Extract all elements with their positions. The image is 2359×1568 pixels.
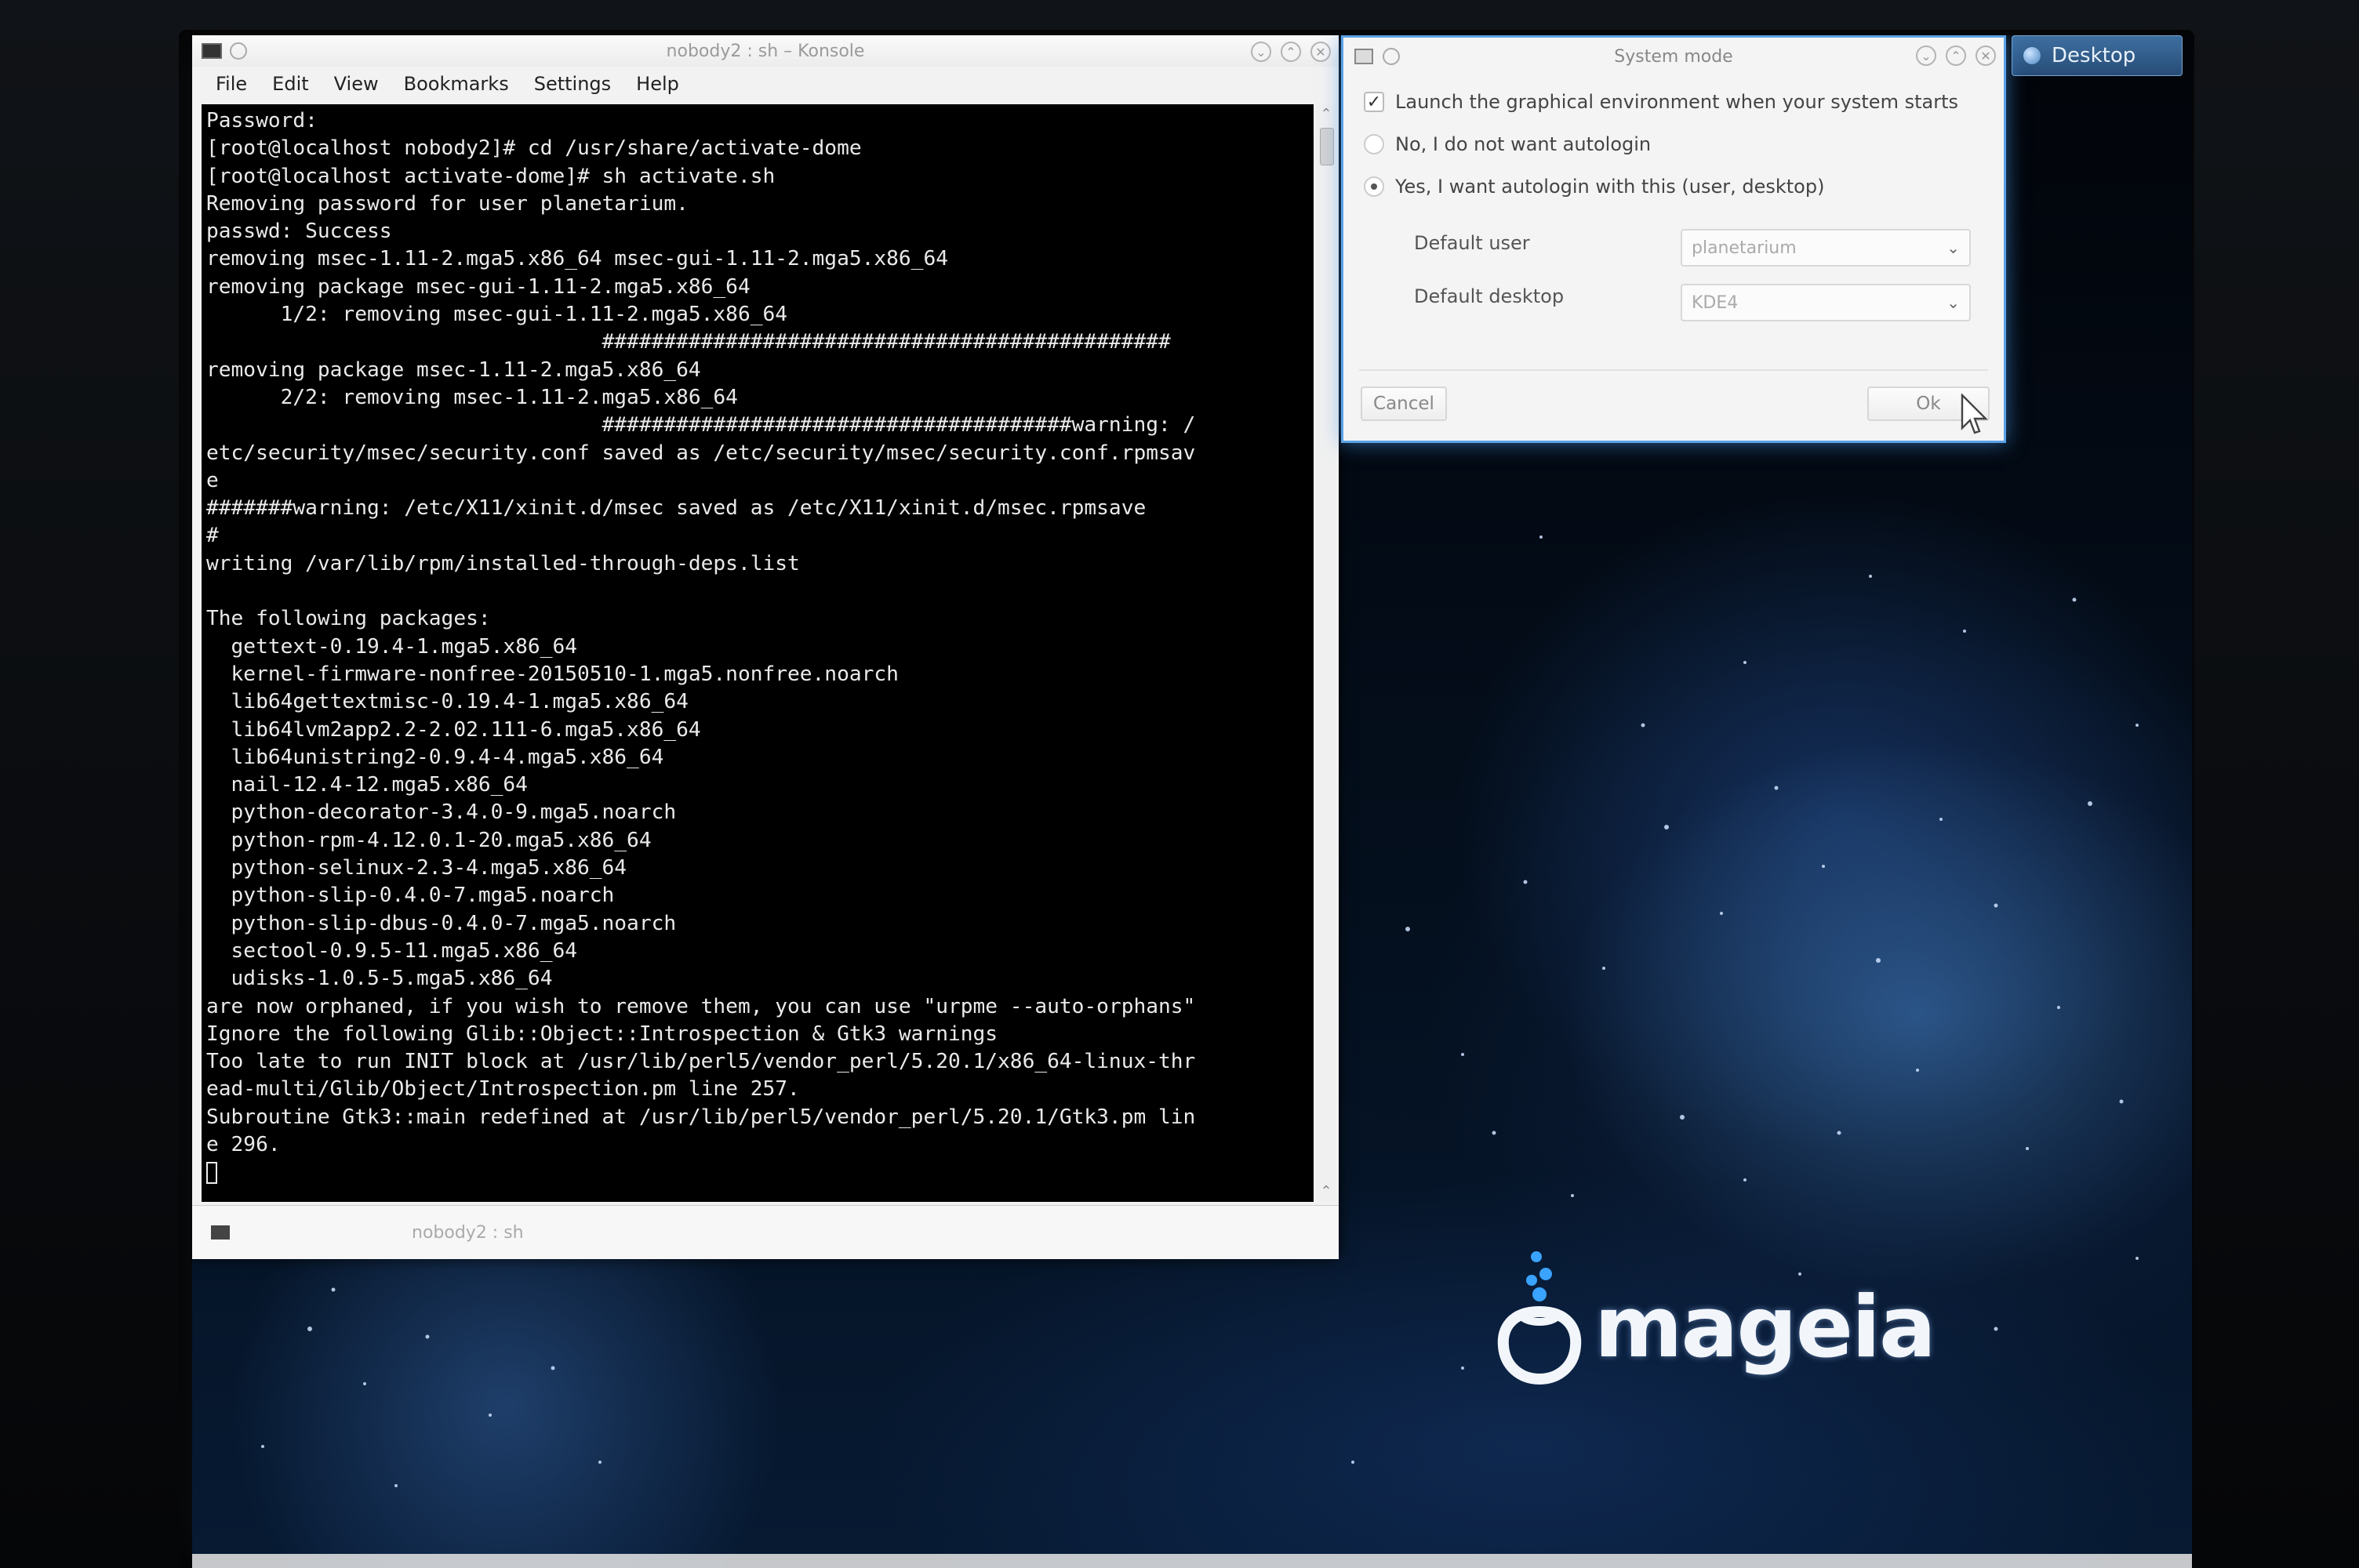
desktop-globe-icon	[2023, 47, 2041, 64]
pin-icon[interactable]	[230, 42, 247, 60]
konsole-menubar: File Edit View Bookmarks Settings Help	[192, 67, 1339, 101]
maximize-icon[interactable]: ⌃	[1281, 42, 1301, 62]
taskbar-edge	[192, 1554, 2192, 1568]
menu-view[interactable]: View	[322, 73, 391, 95]
launch-graphical-option[interactable]: ✓ Launch the graphical environment when …	[1364, 91, 1958, 113]
terminal-output[interactable]: Password: [root@localhost nobody2]# cd /…	[202, 104, 1314, 1202]
menu-bookmarks[interactable]: Bookmarks	[391, 73, 522, 95]
default-user-value: planetarium	[1692, 238, 1797, 258]
menu-help[interactable]: Help	[623, 73, 692, 95]
terminal-text: Password: [root@localhost nobody2]# cd /…	[206, 109, 1196, 1156]
no-autologin-radio[interactable]	[1364, 134, 1384, 154]
dialog-close-icon[interactable]: ✕	[1976, 45, 1996, 66]
default-user-select[interactable]: planetarium ⌄	[1681, 229, 1971, 267]
menu-edit[interactable]: Edit	[260, 73, 321, 95]
konsole-window[interactable]: nobody2 : sh – Konsole ⌄ ⌃ ✕ File Edit V…	[192, 35, 1339, 1259]
desktop-screen[interactable]: Desktop nobody2 : sh – Konsole ⌄ ⌃ ✕ Fil…	[192, 35, 2192, 1568]
mouse-cursor-icon	[1961, 394, 1988, 434]
konsole-tabbar: nobody2 : sh	[192, 1205, 1339, 1259]
scroll-down-icon[interactable]: ⌃	[1317, 1181, 1336, 1202]
chevron-down-icon: ⌄	[1946, 238, 1960, 257]
mageia-logo: mageia	[1494, 1243, 1965, 1423]
terminal-icon[interactable]	[202, 43, 222, 59]
konsole-titlebar[interactable]: nobody2 : sh – Konsole ⌄ ⌃ ✕	[192, 35, 1339, 67]
scrollbar-thumb[interactable]	[1320, 128, 1334, 165]
no-autologin-option[interactable]: No, I do not want autologin	[1364, 133, 1651, 155]
tab-terminal-icon	[211, 1225, 230, 1240]
yes-autologin-radio[interactable]	[1364, 176, 1384, 197]
dialog-title: System mode	[1614, 46, 1733, 67]
tab-session[interactable]: nobody2 : sh	[412, 1223, 524, 1243]
terminal-scrollbar[interactable]: ⌃ ⌃	[1317, 104, 1336, 1202]
dialog-maximize-icon[interactable]: ⌃	[1946, 45, 1966, 66]
menu-settings[interactable]: Settings	[522, 73, 623, 95]
yes-autologin-option[interactable]: Yes, I want autologin with this (user, d…	[1364, 176, 1824, 198]
default-desktop-label: Default desktop	[1414, 285, 1565, 307]
system-mode-dialog[interactable]: System mode ⌄ ⌃ ✕ ✓ Launch the graphical…	[1341, 35, 2006, 443]
no-autologin-label: No, I do not want autologin	[1395, 133, 1652, 155]
mageia-cauldron-icon	[1497, 1251, 1582, 1385]
close-icon[interactable]: ✕	[1310, 42, 1331, 62]
dialog-separator	[1359, 369, 1988, 371]
yes-autologin-label: Yes, I want autologin with this (user, d…	[1395, 176, 1825, 198]
mageia-wordmark: mageia	[1594, 1279, 1936, 1377]
cancel-button[interactable]: Cancel	[1361, 387, 1447, 421]
launch-graphical-label: Launch the graphical environment when yo…	[1395, 91, 1958, 113]
scroll-up-icon[interactable]: ⌃	[1317, 104, 1336, 125]
menu-file[interactable]: File	[203, 73, 260, 95]
minimize-icon[interactable]: ⌄	[1251, 42, 1271, 62]
desktop-widget-button[interactable]: Desktop	[2012, 35, 2183, 76]
launch-graphical-checkbox[interactable]: ✓	[1364, 92, 1384, 112]
dialog-minimize-icon[interactable]: ⌄	[1916, 45, 1936, 66]
default-desktop-value: KDE4	[1692, 292, 1739, 313]
terminal-cursor	[206, 1161, 217, 1184]
konsole-title: nobody2 : sh – Konsole	[666, 41, 865, 61]
default-desktop-select[interactable]: KDE4 ⌄	[1681, 284, 1971, 321]
dialog-titlebar[interactable]: System mode ⌄ ⌃ ✕	[1343, 38, 2004, 75]
default-user-label: Default user	[1414, 232, 1530, 254]
chevron-down-icon: ⌄	[1946, 293, 1960, 312]
desktop-widget-label: Desktop	[2052, 44, 2136, 67]
